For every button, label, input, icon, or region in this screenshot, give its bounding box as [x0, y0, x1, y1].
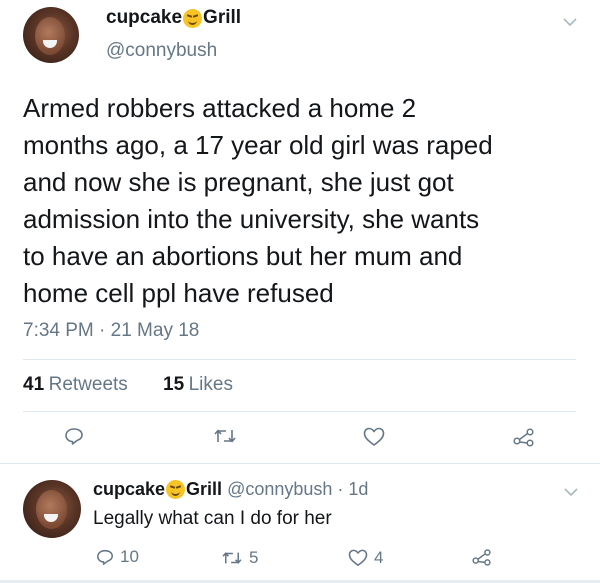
retweets-label: Retweets: [48, 374, 128, 395]
chevron-down-icon[interactable]: [563, 14, 577, 30]
display-name[interactable]: cupcake Grill: [93, 479, 222, 500]
display-name-part1: cupcake: [106, 7, 183, 28]
share-button[interactable]: [472, 548, 492, 566]
chevron-down-icon[interactable]: [564, 484, 578, 500]
tweet-text-line: Armed robbers attacked a home 2: [23, 93, 417, 123]
like-count: 4: [374, 548, 384, 567]
display-name-part1: cupcake: [93, 479, 166, 499]
retweets-stat[interactable]: 41 Retweets: [23, 374, 128, 396]
tweet-text-line: home cell ppl have refused: [23, 278, 334, 308]
reply-count: 10: [120, 547, 139, 566]
display-name-part2: Grill: [186, 479, 223, 499]
tweet-text: Armed robbers attacked a home 2 months a…: [23, 90, 583, 312]
likes-label: Likes: [188, 374, 233, 395]
display-name-part2: Grill: [203, 7, 242, 28]
retweets-count: 41: [23, 374, 45, 395]
tweet-timestamp[interactable]: 7:34 PM · 21 May 18: [23, 320, 199, 342]
share-icon: [513, 428, 534, 447]
share-icon: [472, 549, 491, 566]
like-icon: [348, 549, 368, 566]
tweet-text-line: admission into the university, she wants: [23, 204, 480, 234]
user-handle[interactable]: @connybush: [227, 479, 332, 500]
reply-button[interactable]: [64, 426, 84, 446]
reply-button[interactable]: 10: [96, 547, 139, 567]
divider: [23, 411, 576, 412]
reply-icon: [97, 549, 113, 565]
avatar[interactable]: [23, 480, 81, 538]
share-button[interactable]: [513, 427, 535, 447]
avatar[interactable]: [23, 7, 79, 63]
grinning-squint-emoji-icon: [166, 480, 186, 499]
reply-text: Legally what can I do for her: [93, 508, 332, 529]
retweet-button[interactable]: 5: [221, 548, 258, 568]
retweet-button[interactable]: [213, 427, 237, 445]
divider: [23, 359, 576, 360]
like-button[interactable]: [363, 427, 385, 447]
likes-count: 15: [163, 374, 185, 395]
tweet-text-line: and now she is pregnant, she just got: [23, 167, 454, 197]
likes-stat[interactable]: 15 Likes: [163, 374, 233, 396]
divider: [0, 463, 600, 464]
tweet-text-line: to have an abortions but her mum and: [23, 241, 463, 271]
tweet-age[interactable]: · 1d: [337, 479, 368, 500]
tweet-text-line: months ago, a 17 year old girl was raped: [23, 130, 493, 160]
user-handle[interactable]: @connybush: [106, 40, 217, 62]
like-button[interactable]: 4: [348, 548, 383, 568]
retweet-icon: [222, 552, 242, 564]
reply-icon: [65, 428, 83, 445]
display-name[interactable]: cupcake Grill: [106, 7, 241, 29]
like-icon: [363, 427, 385, 446]
retweet-icon: [214, 429, 236, 443]
reply-header: cupcake Grill @connybush · 1d: [93, 479, 368, 500]
retweet-count: 5: [249, 548, 259, 567]
grinning-squint-emoji-icon: [183, 8, 203, 28]
